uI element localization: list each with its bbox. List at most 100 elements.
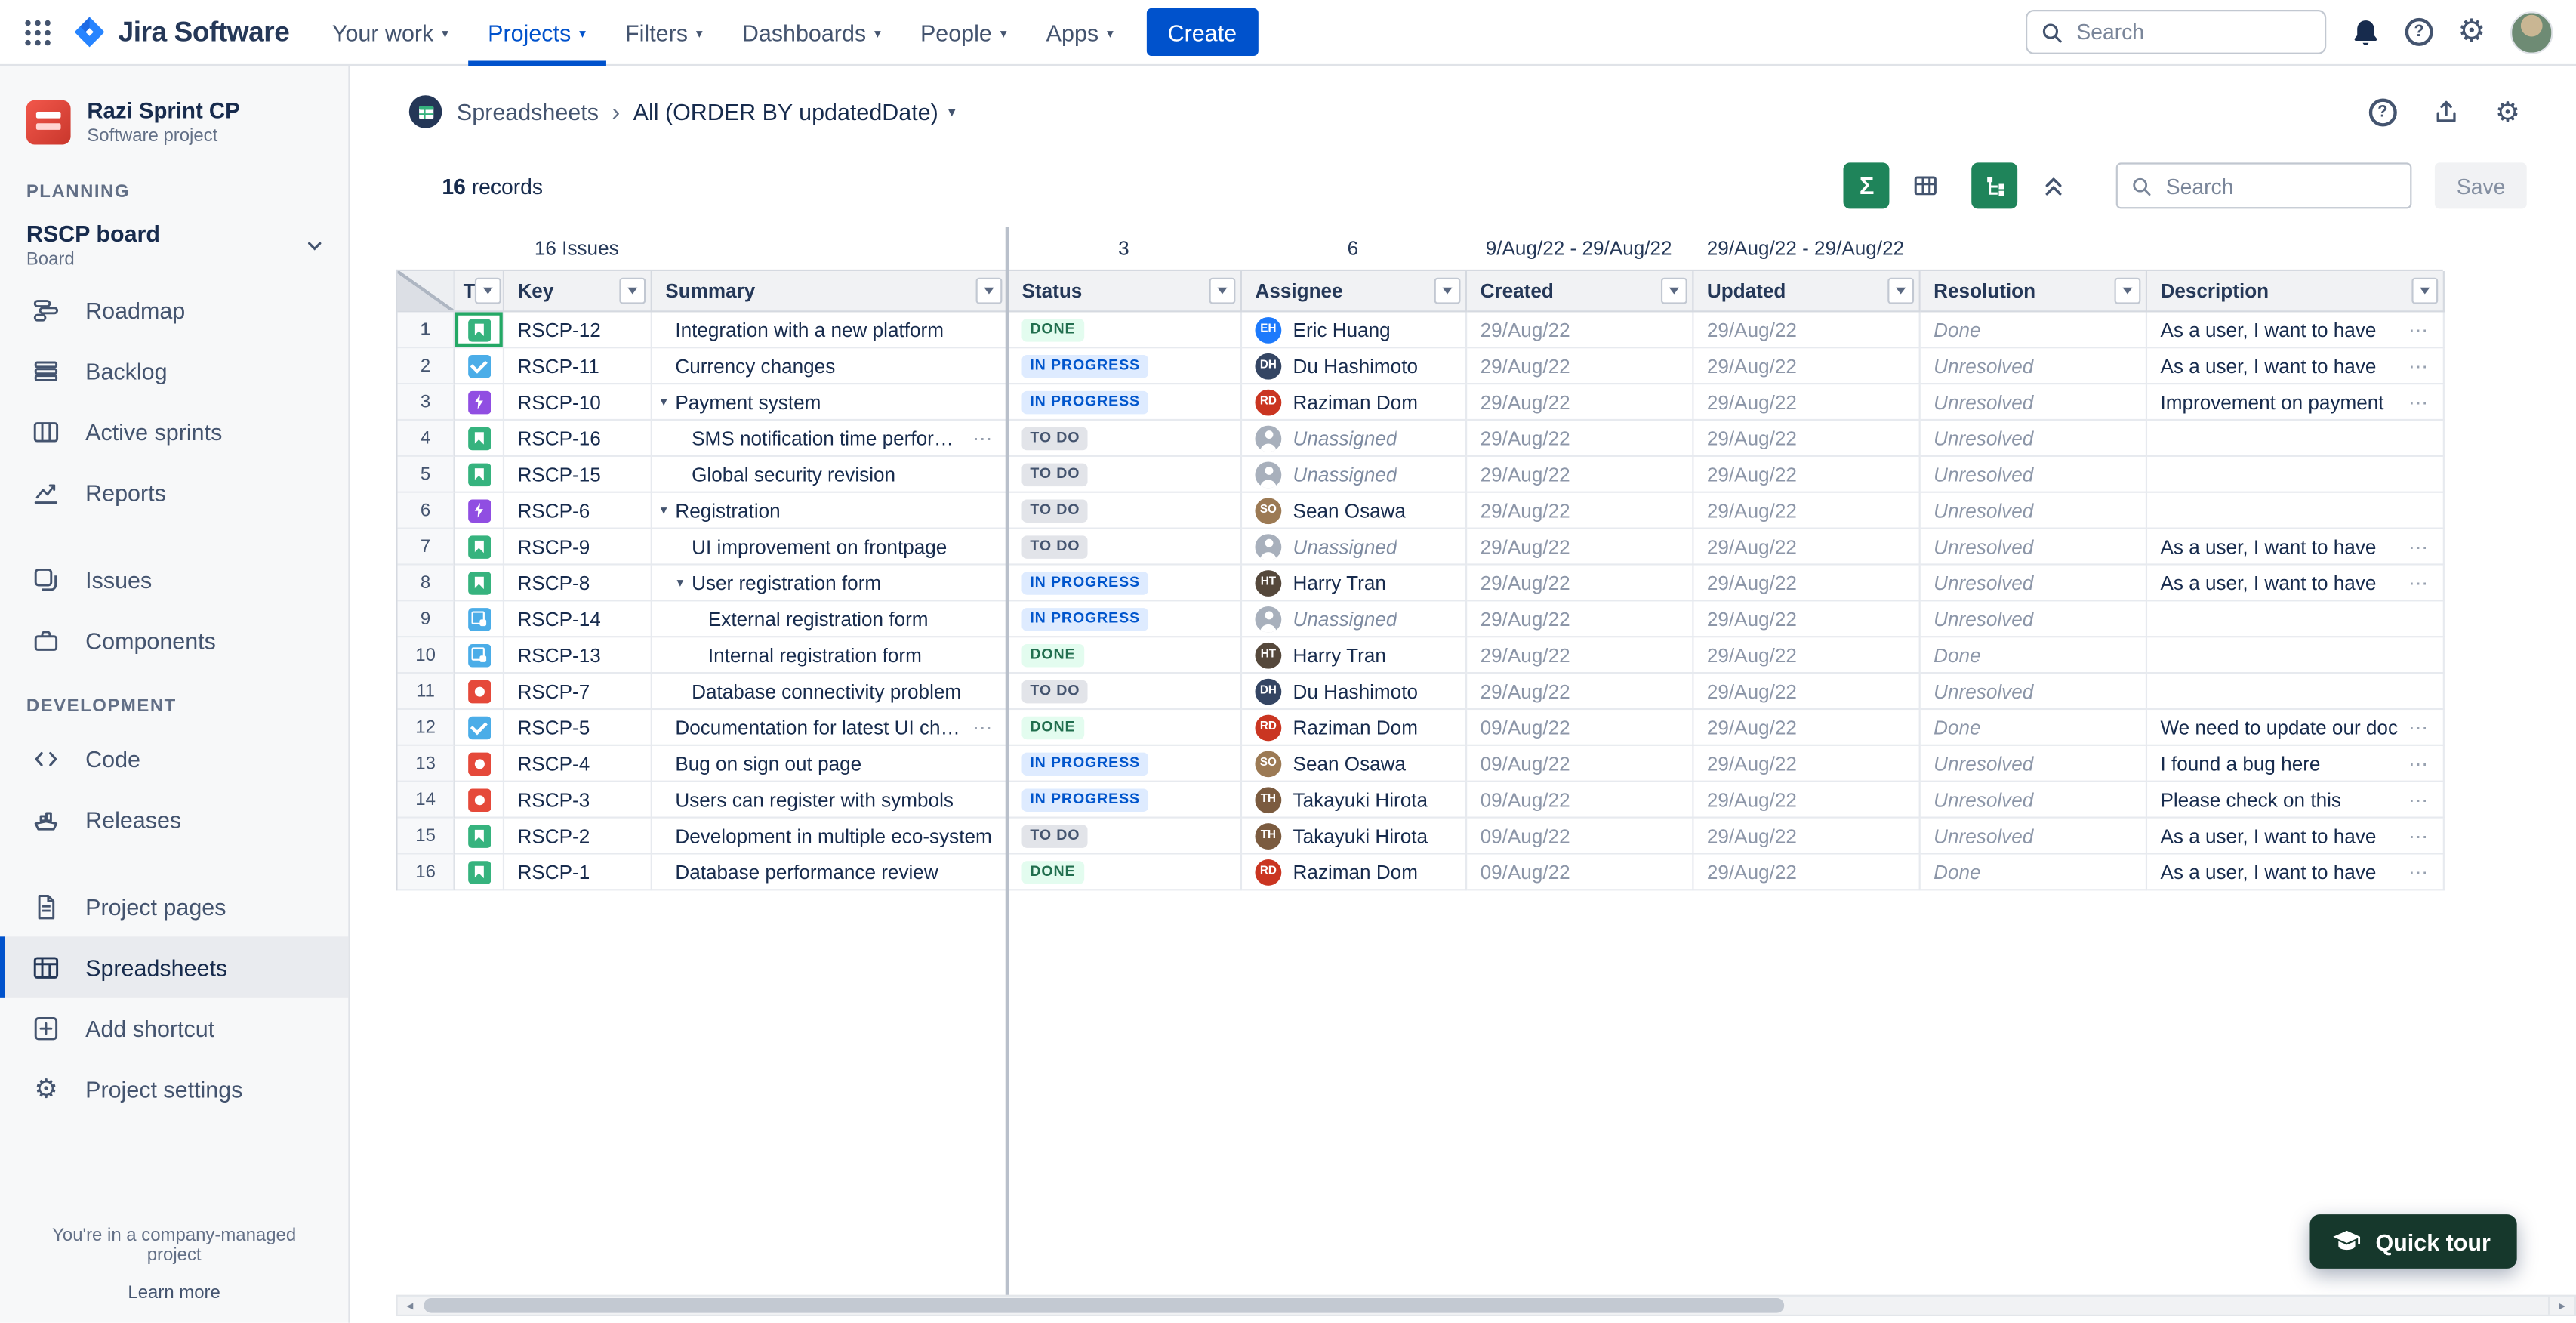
summary-cell[interactable]: ▾ Users can register with symbols ⋯ (652, 782, 1009, 819)
assignee-cell[interactable]: Unassigned (1242, 457, 1467, 493)
issue-key-cell[interactable]: RSCP-12 (504, 312, 652, 348)
status-cell[interactable]: DONE (1009, 637, 1242, 674)
row-number[interactable]: 14 (398, 782, 455, 819)
issue-type-cell[interactable] (455, 312, 504, 348)
row-number[interactable]: 1 (398, 312, 455, 348)
issue-key-cell[interactable]: RSCP-10 (504, 384, 652, 421)
assignee-cell[interactable]: SO Sean Osawa (1242, 746, 1467, 782)
updated-cell[interactable]: 29/Aug/22 (1693, 855, 1920, 891)
description-cell[interactable]: ⋯ (2147, 421, 2445, 457)
assignee-cell[interactable]: RD Raziman Dom (1242, 384, 1467, 421)
issue-type-cell[interactable] (455, 421, 504, 457)
summary-cell[interactable]: ▾ Database connectivity problem ⋯ (652, 674, 1009, 710)
header-assignee[interactable]: Assignee (1242, 271, 1467, 312)
row-number[interactable]: 13 (398, 746, 455, 782)
assignee-cell[interactable]: HT Harry Tran (1242, 566, 1467, 602)
resolution-cell[interactable]: Unresolved (1921, 348, 2147, 384)
updated-cell[interactable]: 29/Aug/22 (1693, 384, 1920, 421)
export-icon[interactable] (2433, 99, 2459, 125)
board-selector[interactable]: RSCP board Board (0, 214, 348, 279)
summary-cell[interactable]: ▾ Integration with a new platform ⋯ (652, 312, 1009, 348)
created-cell[interactable]: 29/Aug/22 (1467, 566, 1693, 602)
resolution-cell[interactable]: Unresolved (1921, 782, 2147, 819)
assignee-cell[interactable]: HT Harry Tran (1242, 637, 1467, 674)
issue-type-cell[interactable] (455, 493, 504, 529)
app-switcher-icon[interactable] (17, 11, 60, 54)
updated-cell[interactable]: 29/Aug/22 (1693, 710, 1920, 746)
description-cell[interactable]: Improvement on payment ⋯ (2147, 384, 2445, 421)
updated-cell[interactable]: 29/Aug/22 (1693, 566, 1920, 602)
status-cell[interactable]: TO DO (1009, 457, 1242, 493)
resolution-cell[interactable]: Done (1921, 637, 2147, 674)
filter-icon[interactable] (976, 278, 1003, 304)
sidebar-item-releases[interactable]: Releases (0, 789, 348, 850)
sidebar-item-roadmap[interactable]: Roadmap (0, 279, 348, 341)
updated-cell[interactable]: 29/Aug/22 (1693, 529, 1920, 566)
nav-apps[interactable]: Apps▾ (1027, 0, 1133, 65)
updated-cell[interactable]: 29/Aug/22 (1693, 746, 1920, 782)
assignee-cell[interactable]: SO Sean Osawa (1242, 493, 1467, 529)
nav-your-work[interactable]: Your work▾ (313, 0, 468, 65)
sidebar-item-backlog[interactable]: Backlog (0, 341, 348, 402)
issue-key-cell[interactable]: RSCP-7 (504, 674, 652, 710)
description-cell[interactable]: I found a bug here ⋯ (2147, 746, 2445, 782)
resolution-cell[interactable]: Unresolved (1921, 529, 2147, 566)
created-cell[interactable]: 29/Aug/22 (1467, 674, 1693, 710)
created-cell[interactable]: 29/Aug/22 (1467, 493, 1693, 529)
created-cell[interactable]: 09/Aug/22 (1467, 819, 1693, 855)
filter-icon[interactable] (619, 278, 646, 304)
issue-key-cell[interactable]: RSCP-6 (504, 493, 652, 529)
issue-key-cell[interactable]: RSCP-1 (504, 855, 652, 891)
expand-caret-icon[interactable]: ▾ (661, 503, 676, 518)
issue-type-cell[interactable] (455, 566, 504, 602)
updated-cell[interactable]: 29/Aug/22 (1693, 493, 1920, 529)
header-status[interactable]: Status (1009, 271, 1242, 312)
issue-type-cell[interactable] (455, 674, 504, 710)
status-cell[interactable]: DONE (1009, 855, 1242, 891)
summary-cell[interactable]: ▾ Bug on sign out page ⋯ (652, 746, 1009, 782)
filter-icon[interactable] (1434, 278, 1461, 304)
assignee-cell[interactable]: TH Takayuki Hirota (1242, 782, 1467, 819)
resolution-cell[interactable]: Unresolved (1921, 566, 2147, 602)
expand-caret-icon[interactable]: ▾ (677, 575, 692, 591)
summary-cell[interactable]: ▾ Development in multiple eco-system ⋯ (652, 819, 1009, 855)
description-cell[interactable]: As a user, I want to have ⋯ (2147, 529, 2445, 566)
row-number[interactable]: 6 (398, 493, 455, 529)
filter-icon[interactable] (1209, 278, 1236, 304)
nav-dashboards[interactable]: Dashboards▾ (723, 0, 901, 65)
view-selector[interactable]: All (ORDER BY updatedDate) ▾ (633, 99, 956, 125)
collapse-all-button[interactable] (2031, 162, 2077, 208)
row-number[interactable]: 3 (398, 384, 455, 421)
status-cell[interactable]: DONE (1009, 312, 1242, 348)
summary-cell[interactable]: ▾ Documentation for latest UI changes ⋯ (652, 710, 1009, 746)
description-cell[interactable]: ⋯ (2147, 637, 2445, 674)
status-cell[interactable]: DONE (1009, 710, 1242, 746)
breadcrumb-app-link[interactable]: Spreadsheets (457, 99, 599, 125)
description-cell[interactable]: ⋯ (2147, 674, 2445, 710)
description-cell[interactable]: Please check on this ⋯ (2147, 782, 2445, 819)
status-cell[interactable]: TO DO (1009, 819, 1242, 855)
issue-key-cell[interactable]: RSCP-13 (504, 637, 652, 674)
issue-type-cell[interactable] (455, 348, 504, 384)
row-number[interactable]: 15 (398, 819, 455, 855)
issue-type-cell[interactable] (455, 601, 504, 637)
summary-cell[interactable]: ▾ Global security revision ⋯ (652, 457, 1009, 493)
description-cell[interactable]: ⋯ (2147, 457, 2445, 493)
assignee-cell[interactable]: RD Raziman Dom (1242, 855, 1467, 891)
create-button[interactable]: Create (1146, 8, 1258, 56)
jira-logo[interactable]: Jira Software (72, 15, 290, 50)
created-cell[interactable]: 29/Aug/22 (1467, 529, 1693, 566)
updated-cell[interactable]: 29/Aug/22 (1693, 312, 1920, 348)
issue-key-cell[interactable]: RSCP-16 (504, 421, 652, 457)
row-number[interactable]: 2 (398, 348, 455, 384)
summary-cell[interactable]: ▾ Internal registration form ⋯ (652, 637, 1009, 674)
sidebar-item-issues[interactable]: Issues (0, 549, 348, 610)
created-cell[interactable]: 29/Aug/22 (1467, 601, 1693, 637)
notifications-icon[interactable] (2351, 17, 2380, 47)
summary-cell[interactable]: ▾ Payment system ⋯ (652, 384, 1009, 421)
issue-key-cell[interactable]: RSCP-14 (504, 601, 652, 637)
row-number[interactable]: 12 (398, 710, 455, 746)
help-icon[interactable]: ? (2405, 18, 2433, 46)
row-number[interactable]: 4 (398, 421, 455, 457)
filter-icon[interactable] (1887, 278, 1914, 304)
